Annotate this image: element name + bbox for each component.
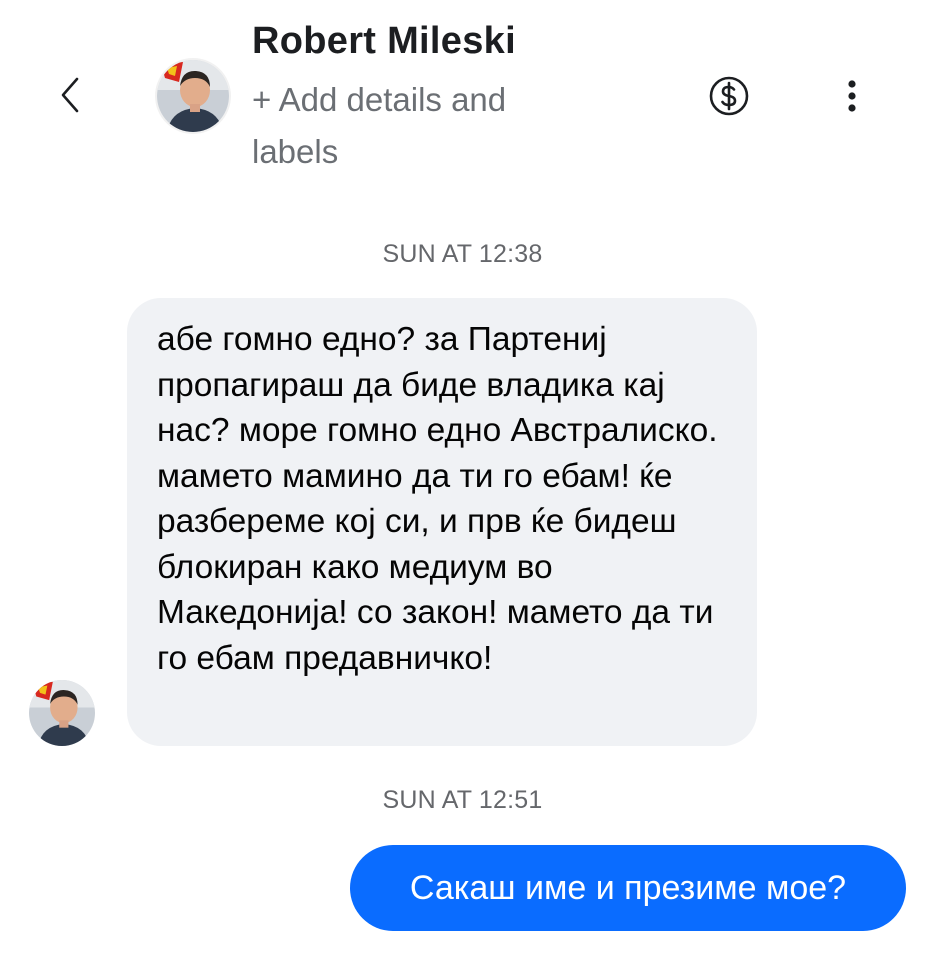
- dollar-circle-icon: [709, 76, 749, 116]
- chat-screen: Robert Mileski + Add details and labels …: [0, 0, 925, 960]
- more-options-button[interactable]: [832, 72, 872, 120]
- contact-name[interactable]: Robert Mileski: [252, 20, 516, 63]
- chevron-left-icon: [61, 77, 79, 113]
- message-text: Сакаш име и презиме мое?: [409, 868, 847, 907]
- back-button[interactable]: [48, 70, 92, 120]
- sender-avatar[interactable]: [29, 680, 95, 746]
- incoming-message-bubble[interactable]: абе гомно едно? за Партениј пропагираш д…: [127, 298, 757, 746]
- more-vertical-icon: [848, 80, 856, 112]
- message-timestamp: SUN AT 12:38: [382, 240, 543, 268]
- contact-avatar[interactable]: [157, 60, 229, 132]
- outgoing-message-bubble[interactable]: Сакаш име и презиме мое?: [350, 845, 906, 931]
- add-details-link[interactable]: + Add details and labels: [252, 74, 582, 178]
- message-timestamp: SUN AT 12:51: [382, 786, 543, 814]
- profile-photo: [29, 680, 95, 746]
- profile-photo: [157, 60, 229, 132]
- payment-button[interactable]: [707, 74, 751, 118]
- message-text: абе гомно едно? за Партениј пропагираш д…: [157, 321, 718, 677]
